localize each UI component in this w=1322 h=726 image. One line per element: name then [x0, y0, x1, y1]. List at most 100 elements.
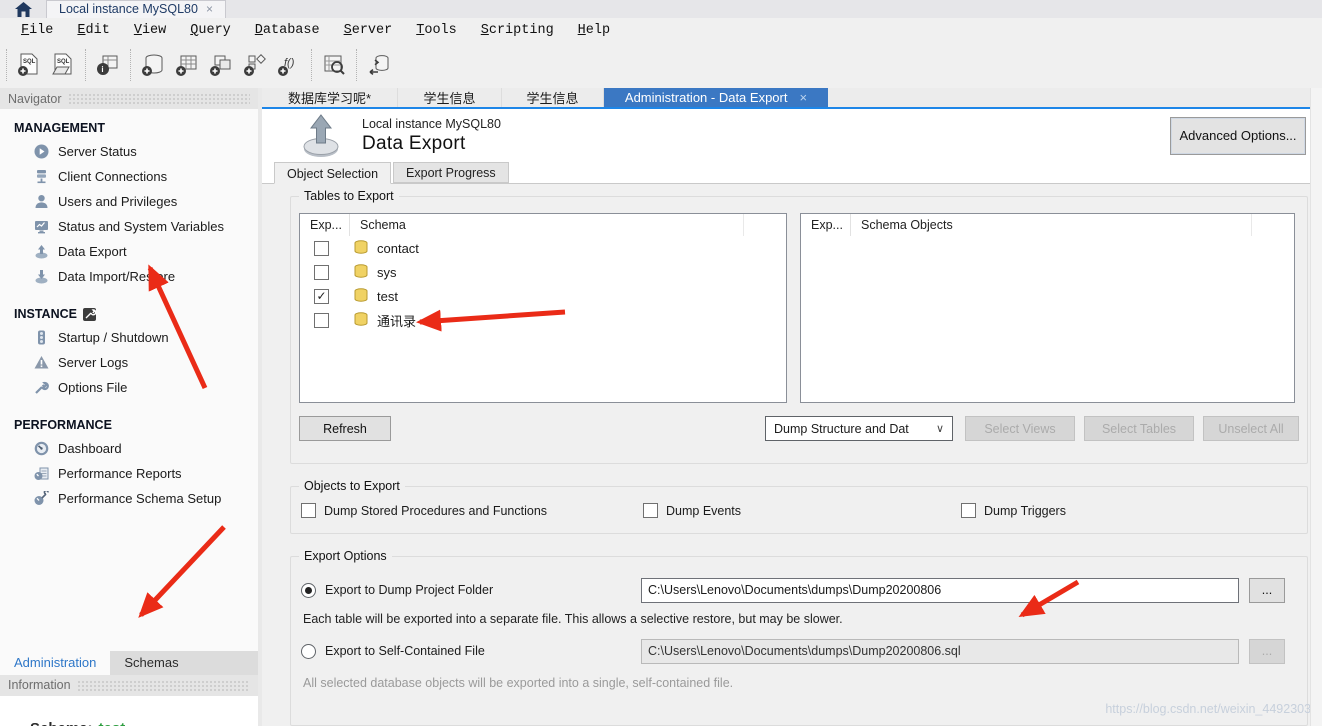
menu-server[interactable]: Server — [333, 21, 404, 40]
sidebar-item-client-connections[interactable]: Client Connections — [0, 164, 258, 189]
dump-type-dropdown[interactable]: Dump Structure and Dat ∨ — [765, 416, 953, 441]
dump-stored-procedures-option[interactable]: Dump Stored Procedures and Functions — [301, 503, 547, 518]
dump-triggers-option[interactable]: Dump Triggers — [961, 503, 1066, 518]
doc-tab-2[interactable]: 学生信息 — [398, 88, 502, 107]
self-contained-path-input[interactable]: C:\Users\Lenovo\Documents\dumps\Dump2020… — [641, 639, 1239, 664]
data-export-header-icon — [298, 113, 344, 159]
menu-database[interactable]: Database — [244, 21, 331, 40]
sidebar-item-server-status[interactable]: Server Status — [0, 139, 258, 164]
create-view-button[interactable] — [204, 49, 238, 81]
inspector-button[interactable]: i — [91, 49, 125, 81]
users-icon — [34, 194, 49, 209]
schema-row-contact[interactable]: contact — [300, 236, 786, 260]
sidebar-item-performance-reports[interactable]: Performance Reports — [0, 461, 258, 486]
dashboard-icon — [34, 441, 49, 456]
create-procedure-icon — [242, 52, 268, 78]
column-tail — [1252, 214, 1294, 236]
checkbox[interactable] — [961, 503, 976, 518]
data-import-icon — [34, 269, 49, 284]
menu-help[interactable]: Help — [567, 21, 621, 40]
create-view-icon — [208, 52, 234, 78]
menu-tools[interactable]: Tools — [405, 21, 468, 40]
schema-row-test[interactable]: test — [300, 284, 786, 308]
options-file-icon — [34, 380, 49, 395]
new-sql-tab-button[interactable]: SQL — [12, 49, 46, 81]
connection-tab[interactable]: Local instance MySQL80 × — [46, 0, 226, 18]
checkbox[interactable] — [301, 503, 316, 518]
sidebar-item-label: Startup / Shutdown — [58, 330, 169, 345]
sidebar-item-data-import-restore[interactable]: Data Import/Restore — [0, 264, 258, 289]
select-views-button[interactable]: Select Views — [965, 416, 1075, 441]
sidebar-item-label: Data Import/Restore — [58, 269, 175, 284]
sidebar-item-label: Users and Privileges — [58, 194, 177, 209]
mysql-workbench-window: Local instance MySQL80 × File Edit View … — [0, 0, 1322, 726]
checkbox-label: Dump Events — [666, 504, 741, 518]
sidebar-item-data-export[interactable]: Data Export — [0, 239, 258, 264]
performance-reports-icon — [34, 466, 49, 481]
doc-tab-close-icon[interactable]: × — [799, 90, 807, 105]
server-status-icon — [34, 144, 49, 159]
unselect-all-button[interactable]: Unselect All — [1203, 416, 1299, 441]
sidebar-item-performance-schema-setup[interactable]: Performance Schema Setup — [0, 486, 258, 511]
open-sql-script-button[interactable]: SQL — [46, 49, 80, 81]
schema-row-contacts-cn[interactable]: 通讯录 — [300, 308, 786, 332]
menu-edit[interactable]: Edit — [66, 21, 120, 40]
vertical-scrollbar[interactable] — [1310, 88, 1322, 726]
self-contained-note: All selected database objects will be ex… — [303, 676, 1307, 690]
sidebar-item-label: Status and System Variables — [58, 219, 224, 234]
performance-schema-setup-icon — [34, 491, 49, 506]
schema-row-sys[interactable]: sys — [300, 260, 786, 284]
self-contained-browse-button[interactable]: ... — [1249, 639, 1285, 664]
search-data-button[interactable] — [317, 49, 351, 81]
sidebar-item-options-file[interactable]: Options File — [0, 375, 258, 400]
export-checkbox[interactable] — [314, 241, 329, 256]
create-function-button[interactable]: f() — [272, 49, 306, 81]
export-checkbox[interactable] — [314, 265, 329, 280]
self-contained-radio[interactable] — [301, 644, 316, 659]
tab-export-progress[interactable]: Export Progress — [393, 162, 509, 183]
reconnect-dbms-button[interactable] — [362, 49, 396, 81]
export-checkbox[interactable] — [314, 289, 329, 304]
dump-folder-path-input[interactable]: C:\Users\Lenovo\Documents\dumps\Dump2020… — [641, 578, 1239, 603]
menu-query[interactable]: Query — [179, 21, 242, 40]
sidebar-item-status-system-variables[interactable]: Status and System Variables — [0, 214, 258, 239]
sidebar-item-startup-shutdown[interactable]: Startup / Shutdown — [0, 325, 258, 350]
menu-view[interactable]: View — [123, 21, 177, 40]
connection-tab-close-icon[interactable]: × — [206, 2, 213, 16]
dump-events-option[interactable]: Dump Events — [643, 503, 741, 518]
tab-object-selection[interactable]: Object Selection — [274, 162, 391, 184]
create-procedure-button[interactable] — [238, 49, 272, 81]
dump-folder-radio-label: Export to Dump Project Folder — [325, 583, 641, 597]
navigator-header: Navigator — [0, 88, 258, 109]
doc-tab-1[interactable]: 数据库学习呢* — [262, 88, 398, 107]
dump-folder-browse-button[interactable]: ... — [1249, 578, 1285, 603]
checkbox-label: Dump Stored Procedures and Functions — [324, 504, 547, 518]
tab-schemas[interactable]: Schemas — [110, 651, 192, 675]
schema-list[interactable]: Exp... Schema contact — [299, 213, 787, 403]
doc-tab-3[interactable]: 学生信息 — [502, 88, 604, 107]
create-table-button[interactable] — [170, 49, 204, 81]
doc-tab-data-export[interactable]: Administration - Data Export × — [604, 88, 828, 107]
refresh-button[interactable]: Refresh — [299, 416, 391, 441]
home-button[interactable] — [0, 0, 46, 18]
schema-name: test — [377, 289, 398, 304]
sidebar-item-users-privileges[interactable]: Users and Privileges — [0, 189, 258, 214]
tab-schemas-label: Schemas — [124, 655, 178, 670]
export-checkbox[interactable] — [314, 313, 329, 328]
advanced-options-button[interactable]: Advanced Options... — [1170, 117, 1306, 155]
sidebar-item-server-logs[interactable]: Server Logs — [0, 350, 258, 375]
sidebar-item-label: Dashboard — [58, 441, 122, 456]
create-schema-button[interactable] — [136, 49, 170, 81]
schema-objects-list[interactable]: Exp... Schema Objects — [800, 213, 1295, 403]
menu-scripting[interactable]: Scripting — [470, 21, 565, 40]
data-export-icon — [34, 244, 49, 259]
sidebar-item-dashboard[interactable]: Dashboard — [0, 436, 258, 461]
data-export-header: Local instance MySQL80 Data Export Advan… — [262, 109, 1322, 162]
search-data-icon — [321, 52, 347, 78]
home-icon — [15, 2, 32, 17]
checkbox[interactable] — [643, 503, 658, 518]
menu-file[interactable]: File — [10, 21, 64, 40]
dump-folder-radio[interactable] — [301, 583, 316, 598]
select-tables-button[interactable]: Select Tables — [1084, 416, 1194, 441]
tab-administration[interactable]: Administration — [0, 651, 110, 675]
